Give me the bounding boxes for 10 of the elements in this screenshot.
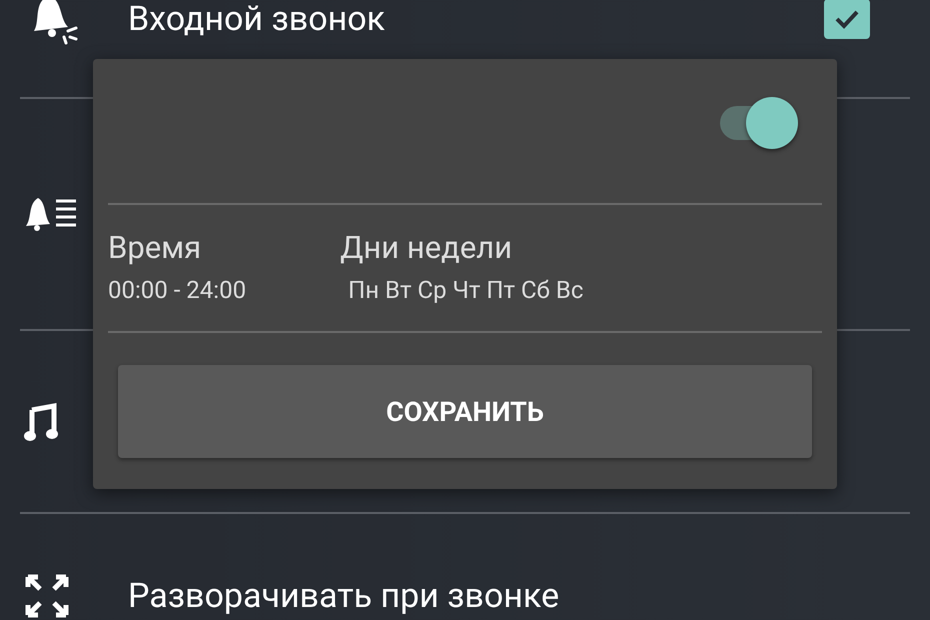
time-value: 00:00 - 24:00 — [108, 276, 246, 304]
checkbox[interactable] — [824, 0, 870, 38]
setting-label: Входной звонок — [128, 0, 386, 38]
expand-icon — [24, 573, 70, 619]
save-button[interactable]: СОХРАНИТЬ — [118, 365, 812, 458]
music-note-icon — [24, 402, 58, 442]
days-value: Пн Вт Ср Чт Пт Сб Вс — [348, 276, 584, 304]
days-label: Дни недели — [340, 229, 512, 266]
time-label: Время — [108, 229, 202, 266]
setting-label: Разворачивать при звонке — [128, 576, 560, 616]
